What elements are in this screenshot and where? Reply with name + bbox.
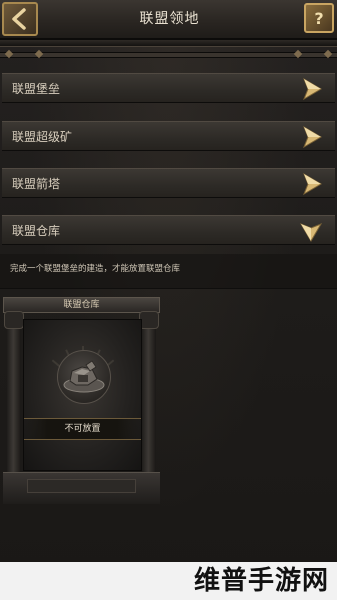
menu-item-alliance-warehouse[interactable]: 联盟仓库 (2, 215, 335, 245)
warehouse-building-icon (57, 350, 111, 404)
top-bar: 联盟领地 ? (0, 0, 337, 40)
help-button[interactable]: ? (304, 3, 334, 33)
menu-item-label: 联盟超级矿 (12, 129, 73, 144)
menu-item-alliance-fortress[interactable]: 联盟堡垒 (2, 73, 335, 103)
warehouse-description: 完成一个联盟堡垒的建造，才能放置联盟仓库 (0, 254, 337, 289)
status-strip: 不可放置 (24, 418, 141, 440)
menu-item-alliance-super-mine[interactable]: 联盟超级矿 (2, 121, 335, 151)
ornament-stud-icon (293, 49, 303, 59)
chevron-right-icon (302, 125, 322, 149)
chevron-right-icon (302, 172, 322, 196)
menu-item-label: 联盟仓库 (12, 223, 61, 238)
card-base (3, 472, 160, 504)
alliance-territory-screen: 联盟领地 ? 联盟堡垒 联盟超级矿 联盟箭塔 联盟仓库 完成一个联盟堡垒的建造，… (0, 0, 337, 600)
left-pillar (7, 311, 21, 487)
warehouse-card[interactable]: 联盟仓库 不可放置 (3, 297, 160, 504)
card-frame: 不可放置 (23, 319, 142, 471)
ornament-right-icon (323, 49, 333, 59)
menu-item-alliance-arrow-tower[interactable]: 联盟箭塔 (2, 168, 335, 198)
right-pillar (142, 311, 156, 487)
base-step (27, 479, 136, 493)
menu-item-label: 联盟堡垒 (12, 81, 61, 96)
chevron-down-icon (299, 222, 323, 242)
warehouse-icon (63, 360, 105, 393)
placement-status: 不可放置 (64, 424, 101, 434)
watermark-text: 维普手游网 (193, 566, 329, 596)
right-pillar-cap (139, 311, 159, 329)
ornament-divider (0, 49, 337, 59)
back-button[interactable] (2, 2, 38, 36)
page-title: 联盟领地 (139, 11, 200, 27)
left-pillar-cap (4, 311, 24, 329)
description-text: 完成一个联盟堡垒的建造，才能放置联盟仓库 (10, 264, 181, 274)
chevron-right-icon (302, 77, 322, 101)
card-title: 联盟仓库 (63, 300, 100, 310)
header-divider (0, 40, 337, 47)
ornament-stud-icon (34, 49, 44, 59)
ornament-left-icon (4, 49, 14, 59)
menu-item-label: 联盟箭塔 (12, 176, 61, 191)
back-arrow-icon (12, 8, 26, 30)
